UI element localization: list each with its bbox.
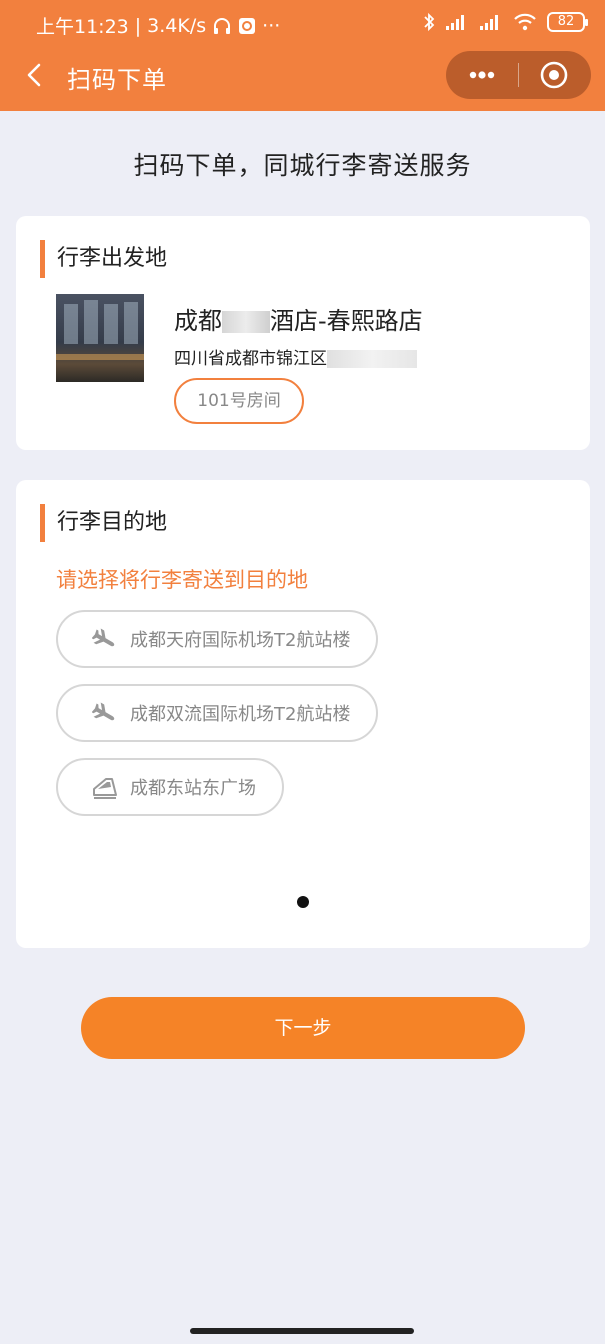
home-indicator (190, 1328, 414, 1334)
headphones-icon (214, 17, 231, 34)
next-step-button[interactable]: 下一步 (81, 997, 525, 1059)
top-bar: 上午11:23 | 3.4K/s ··· 82 扫码下单 (0, 0, 605, 111)
destination-card: 行李目的地 请选择将行李寄送到目的地 成都天府国际机场T2航站楼 成都双流国际机… (16, 480, 590, 948)
destination-option-chengdu-east-station[interactable]: 成都东站东广场 (56, 758, 284, 816)
redacted-mask (222, 311, 270, 333)
page-headline: 扫码下单，同城行李寄送服务 (133, 151, 472, 180)
destination-section-title: 行李目的地 (40, 504, 167, 542)
hotel-name-suffix: 酒店-春熙路店 (270, 307, 423, 335)
close-miniprogram-icon[interactable] (538, 59, 570, 91)
destination-option-label: 成都东站东广场 (130, 778, 256, 799)
destination-hint: 请选择将行李寄送到目的地 (56, 568, 308, 592)
battery-icon: 82 (547, 12, 588, 32)
train-icon (93, 778, 117, 799)
bluetooth-icon (424, 12, 435, 32)
airplane-icon (92, 628, 115, 647)
status-time: 上午11:23 (36, 16, 129, 38)
destination-option-shuangliu-airport[interactable]: 成都双流国际机场T2航站楼 (56, 684, 378, 742)
more-notifications-icon: ··· (262, 14, 281, 37)
room-tag: 101号房间 (174, 378, 304, 424)
airplane-icon (92, 702, 115, 721)
redacted-mask (327, 350, 417, 368)
app-notification-icon (239, 17, 256, 34)
navigation-bar: 扫码下单 (0, 46, 605, 108)
miniprogram-capsule (446, 51, 591, 99)
origin-section-title: 行李出发地 (40, 240, 167, 278)
back-arrow-icon[interactable] (22, 62, 48, 88)
hotel-address: 四川省成都市锦江区 (174, 344, 417, 369)
status-network-speed: 3.4K/s (147, 14, 207, 37)
wifi-icon (514, 13, 536, 31)
status-separator: | (134, 14, 142, 37)
page-indicator-dot (297, 896, 309, 908)
destination-option-tianfu-airport[interactable]: 成都天府国际机场T2航站楼 (56, 610, 378, 668)
hotel-name: 成都 酒店-春熙路店 (174, 301, 423, 336)
hotel-thumbnail (56, 294, 144, 382)
more-options-icon[interactable] (466, 59, 498, 91)
hotel-name-prefix: 成都 (174, 307, 222, 335)
page-title: 扫码下单 (67, 66, 167, 94)
capsule-divider (518, 63, 519, 87)
origin-card: 行李出发地 成都 酒店-春熙路店 四川省成都市锦江区 101号房间 (16, 216, 590, 450)
signal-hd-icon (480, 15, 498, 30)
destination-option-label: 成都天府国际机场T2航站楼 (130, 630, 351, 651)
signal-icon (446, 15, 464, 30)
destination-option-label: 成都双流国际机场T2航站楼 (130, 704, 351, 725)
status-bar: 上午11:23 | 3.4K/s ··· 82 (0, 0, 605, 46)
hotel-address-text: 四川省成都市锦江区 (174, 349, 327, 369)
